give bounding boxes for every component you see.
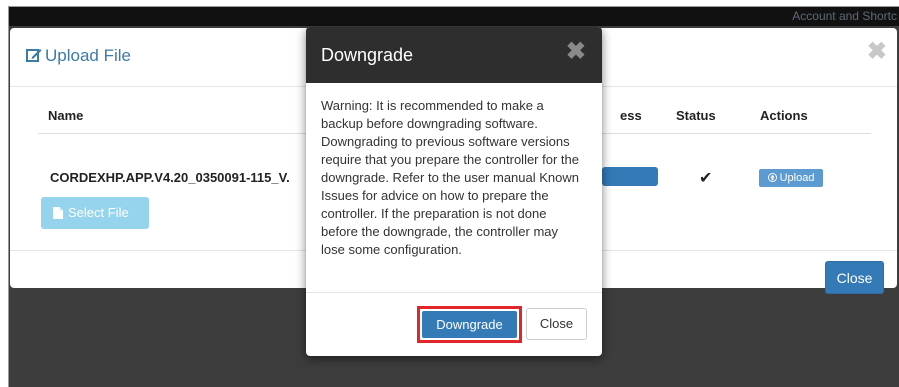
upload-button[interactable]: Upload: [759, 169, 823, 187]
downgrade-close-button[interactable]: Close: [526, 308, 587, 340]
downgrade-dialog-header: Downgrade ✖: [306, 27, 602, 83]
edit-icon: [26, 48, 42, 68]
account-shortcuts-link[interactable]: Account and Shortc: [792, 9, 897, 23]
top-navbar: Account and Shortc: [8, 6, 899, 26]
file-name-cell: CORDEXHP.APP.V4.20_0350091-115_V.: [50, 170, 290, 185]
upload-modal-title: Upload File: [26, 46, 131, 68]
column-header-progress: ess: [620, 108, 642, 123]
downgrade-confirm-button[interactable]: Downgrade: [422, 311, 517, 338]
upload-modal-title-text: Upload File: [45, 46, 131, 65]
downgrade-warning-message: Warning: It is recommended to make a bac…: [321, 98, 579, 257]
downgrade-dialog-title: Downgrade: [321, 45, 414, 65]
column-header-actions: Actions: [760, 108, 808, 123]
close-icon[interactable]: ✖: [867, 40, 887, 64]
column-header-name: Name: [48, 108, 84, 123]
arrow-up-circle-icon: [767, 172, 780, 184]
downgrade-dialog: Downgrade ✖ Warning: It is recommended t…: [306, 27, 602, 356]
check-icon: ✔: [699, 170, 713, 187]
select-file-button[interactable]: Select File: [41, 197, 149, 229]
downgrade-dialog-footer-divider: [306, 292, 602, 293]
close-button[interactable]: Close: [825, 261, 884, 294]
upload-progress-bar: [602, 167, 658, 186]
select-file-label: Select File: [68, 205, 129, 220]
close-icon[interactable]: ✖: [566, 40, 586, 64]
column-header-status: Status: [676, 108, 716, 123]
upload-button-label: Upload: [779, 172, 815, 184]
file-icon: [53, 199, 63, 231]
